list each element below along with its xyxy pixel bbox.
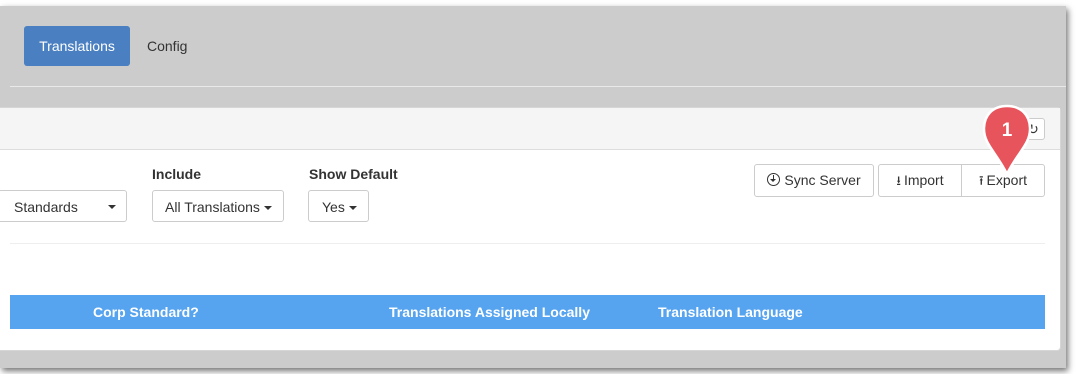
app-window: Translations Config ↻ Standards Include … bbox=[0, 6, 1066, 368]
show-default-dropdown[interactable]: Yes bbox=[308, 190, 369, 222]
standards-dropdown[interactable]: Standards bbox=[0, 190, 127, 222]
translations-panel: ↻ Standards Include All Translations Sho… bbox=[0, 107, 1061, 351]
column-header-translations-assigned[interactable]: Translations Assigned Locally bbox=[389, 295, 590, 329]
column-header-corp-standard[interactable]: Corp Standard? bbox=[93, 295, 199, 329]
table-header: Corp Standard? Translations Assigned Loc… bbox=[10, 295, 1045, 329]
sync-server-button[interactable]: Sync Server bbox=[754, 164, 874, 197]
panel-header: ↻ bbox=[0, 108, 1060, 150]
download-circle-icon bbox=[767, 173, 781, 186]
tab-translations[interactable]: Translations bbox=[24, 26, 130, 66]
standards-dropdown-value: Standards bbox=[14, 199, 78, 215]
nav-divider bbox=[10, 86, 1066, 87]
include-dropdown-value: All Translations bbox=[165, 199, 260, 215]
import-button[interactable]: ⭳ Import bbox=[878, 164, 962, 197]
chevron-down-icon bbox=[348, 206, 357, 211]
import-label: Import bbox=[903, 172, 944, 188]
tab-config[interactable]: Config bbox=[147, 26, 187, 66]
import-icon: ⭳ bbox=[896, 173, 901, 188]
include-label: Include bbox=[152, 166, 202, 182]
callout-marker: 1 bbox=[982, 104, 1032, 176]
sync-server-label: Sync Server bbox=[784, 172, 861, 188]
chevron-down-icon bbox=[263, 206, 272, 211]
callout-number: 1 bbox=[1002, 120, 1013, 141]
chevron-down-icon bbox=[108, 205, 116, 209]
include-dropdown[interactable]: All Translations bbox=[152, 190, 284, 222]
show-default-dropdown-value: Yes bbox=[322, 199, 345, 215]
filter-divider bbox=[10, 243, 1045, 244]
column-header-translation-language[interactable]: Translation Language bbox=[658, 295, 803, 329]
show-default-label: Show Default bbox=[309, 166, 398, 182]
